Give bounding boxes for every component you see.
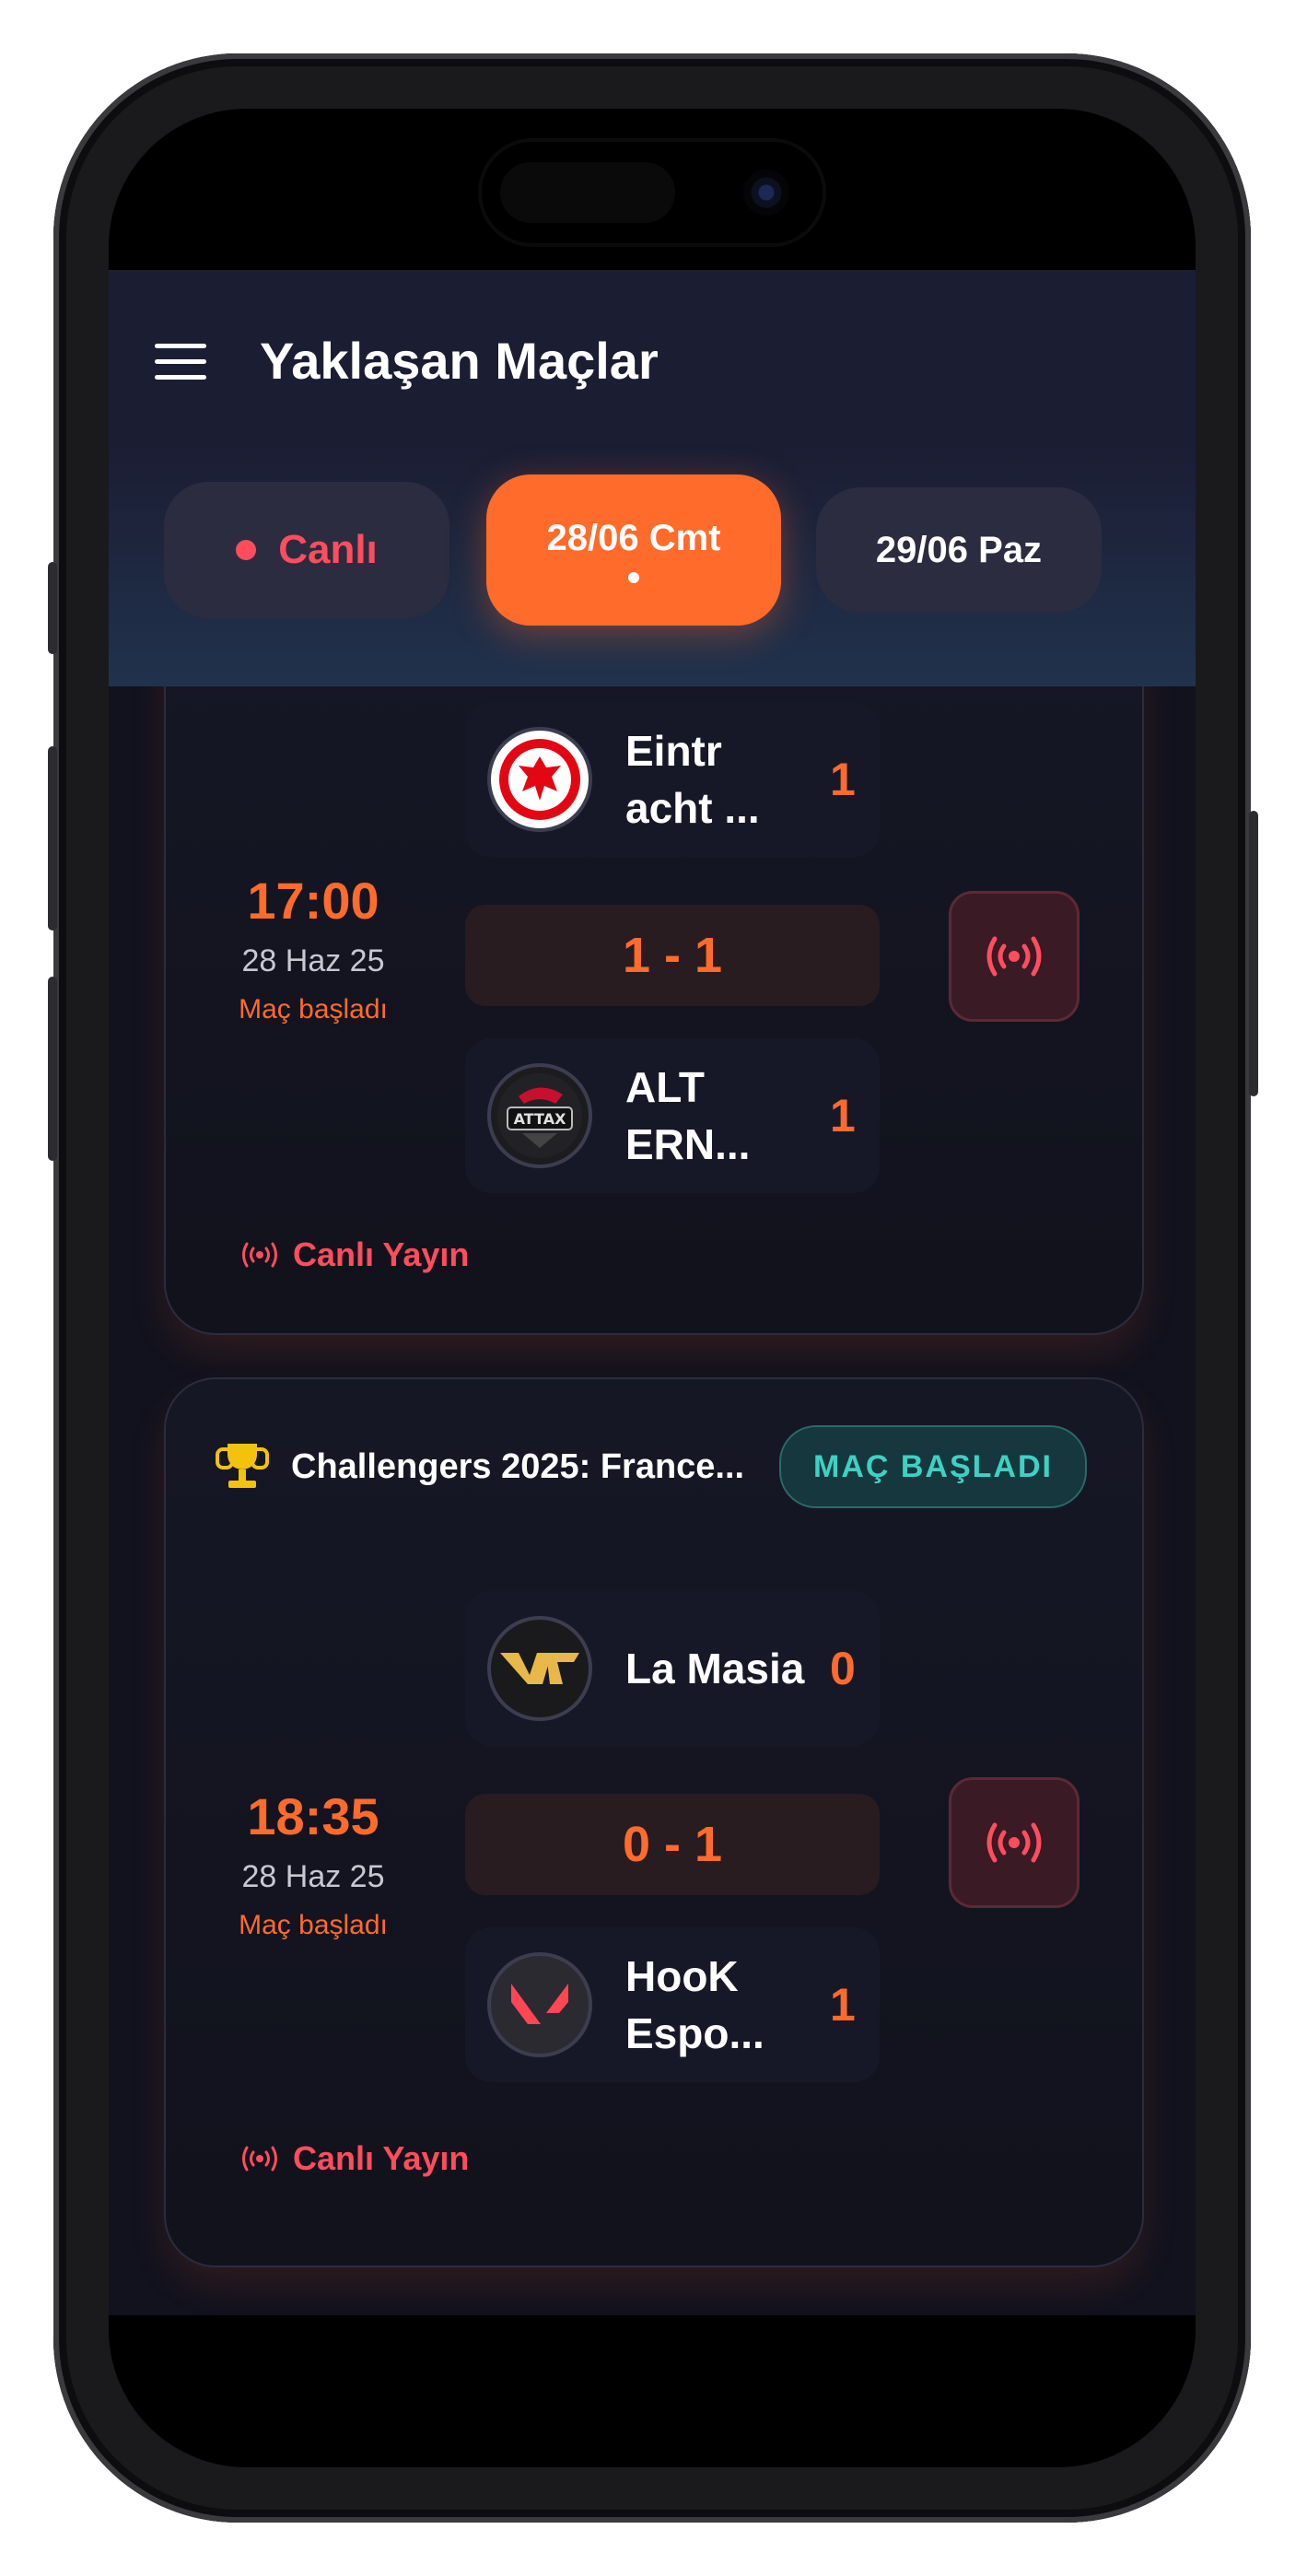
tab-date-active[interactable]: 28/06 Cmt — [486, 474, 781, 626]
team-row[interactable]: Eintr acht ... 1 — [465, 702, 880, 857]
tab-date-next[interactable]: 29/06 Paz — [816, 487, 1102, 613]
menu-icon[interactable] — [155, 344, 206, 381]
team-name: HooK Espo... — [625, 1952, 764, 2057]
app-bar: Yaklaşan Maçlar — [109, 270, 1196, 446]
team-score: 0 — [830, 1643, 856, 1694]
date-tabs: Canlı 28/06 Cmt 29/06 Paz — [109, 445, 1196, 686]
match-date: 28 Haz 25 — [241, 1859, 385, 1894]
match-score: 0 - 1 — [465, 1794, 880, 1895]
island-sensor — [500, 162, 675, 223]
status-badge: MAÇ BAŞLADI — [779, 1425, 1087, 1508]
match-card[interactable]: Challengers 2025: France... MAÇ BAŞLADI … — [164, 1377, 1144, 2267]
side-button-volume-up — [48, 746, 57, 931]
match-time: 18:35 — [247, 1787, 379, 1845]
live-stream-link[interactable]: Canlı Yayın — [239, 1235, 469, 1274]
match-time: 17:00 — [247, 872, 379, 930]
team-name: Eintr acht ... — [625, 727, 760, 832]
tournament-header: Challengers 2025: France... — [216, 1444, 770, 1490]
tab-date-next-label: 29/06 Paz — [875, 529, 1043, 570]
match-score: 1 - 1 — [465, 905, 880, 1006]
dynamic-island — [482, 142, 823, 243]
team-score: 1 — [830, 754, 856, 805]
team-score: 1 — [830, 1979, 856, 2031]
la-masia-logo — [487, 1616, 592, 1721]
side-button-volume-down — [48, 977, 57, 1161]
broadcast-icon — [986, 936, 1042, 977]
tab-live-label: Canlı — [278, 527, 378, 572]
side-button-action — [48, 562, 57, 654]
match-time-block: 18:35 28 Haz 25 Maç başladı — [230, 1786, 396, 1941]
team-name: La Masia — [625, 1645, 805, 1692]
broadcast-icon — [242, 2146, 277, 2172]
broadcast-icon — [242, 1242, 277, 1268]
live-stream-link[interactable]: Canlı Yayın — [239, 2139, 469, 2178]
svg-text:ATTAX: ATTAX — [514, 1110, 566, 1128]
match-date: 28 Haz 25 — [241, 943, 385, 978]
eintracht-eagle-logo — [487, 727, 592, 832]
team-row[interactable]: HooK Espo... 1 — [465, 1927, 880, 2082]
tab-date-label: 28/06 Cmt — [546, 517, 721, 558]
app-screen: Yaklaşan Maçlar Canlı 28/06 Cmt 29/06 Pa… — [109, 270, 1196, 2315]
team-score: 1 — [830, 1090, 856, 1142]
match-status: Maç başladı — [239, 994, 388, 1025]
team-row[interactable]: La Masia 0 — [465, 1591, 880, 1746]
team-row[interactable]: ATTAX ALT ERN... 1 — [465, 1038, 880, 1193]
trophy-icon — [216, 1444, 269, 1490]
broadcast-icon — [986, 1822, 1042, 1863]
match-list[interactable]: 17:00 28 Haz 25 Maç başladı Eintr acht .… — [109, 686, 1196, 2315]
live-dot-icon — [236, 540, 257, 560]
tournament-name: Challengers 2025: France... — [291, 1446, 745, 1486]
match-card[interactable]: 17:00 28 Haz 25 Maç başladı Eintr acht .… — [164, 686, 1144, 1335]
side-button-power — [1249, 811, 1258, 1096]
stream-label: Canlı Yayın — [293, 1235, 470, 1273]
live-stream-button[interactable] — [949, 1777, 1079, 1908]
alternate-attax-logo: ATTAX — [487, 1063, 592, 1168]
team-name: ALT ERN... — [625, 1063, 751, 1168]
tab-live[interactable]: Canlı — [164, 482, 449, 618]
front-camera — [743, 170, 789, 216]
match-time-block: 17:00 28 Haz 25 Maç başladı — [230, 871, 396, 1025]
page-title: Yaklaşan Maçlar — [260, 332, 659, 390]
screen-bottom-area — [109, 2315, 1196, 2467]
valorant-logo — [487, 1952, 592, 2057]
active-indicator-dot — [628, 571, 639, 583]
phone-screen: Yaklaşan Maçlar Canlı 28/06 Cmt 29/06 Pa… — [109, 109, 1196, 2467]
match-status: Maç başladı — [239, 1910, 388, 1940]
live-stream-button[interactable] — [949, 891, 1079, 1022]
stream-label: Canlı Yayın — [293, 2139, 470, 2177]
